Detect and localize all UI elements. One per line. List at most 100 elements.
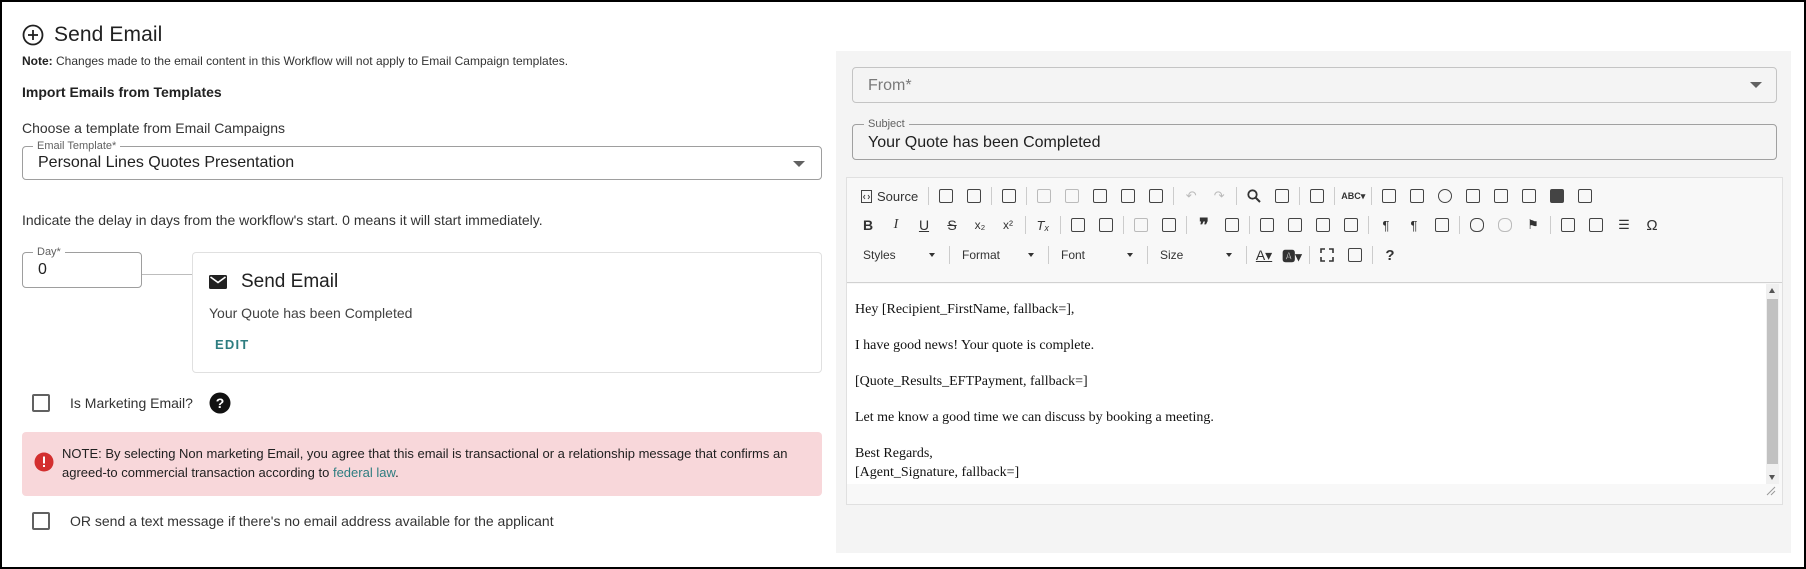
rtl-button[interactable]: ¶ bbox=[1403, 214, 1425, 236]
radio-icon bbox=[1438, 189, 1453, 203]
preview-button[interactable] bbox=[935, 185, 957, 207]
background-color-button[interactable]: 🅰▾ bbox=[1281, 244, 1303, 266]
toolbar-separator bbox=[1372, 246, 1373, 264]
marketing-email-checkbox[interactable] bbox=[32, 394, 50, 412]
indent-button[interactable] bbox=[1158, 214, 1180, 236]
scroll-up-icon[interactable] bbox=[1769, 288, 1775, 293]
bulleted-list-button[interactable] bbox=[1095, 214, 1117, 236]
card-subject: Your Quote has been Completed bbox=[209, 305, 413, 321]
sms-fallback-label: OR send a text message if there's no ema… bbox=[70, 513, 554, 529]
paste-button[interactable] bbox=[1089, 185, 1111, 207]
select-all-button[interactable] bbox=[1306, 185, 1328, 207]
unlink-button[interactable] bbox=[1494, 214, 1516, 236]
find-button[interactable] bbox=[1243, 185, 1265, 207]
textarea-insert-button[interactable] bbox=[1490, 185, 1512, 207]
undo-button[interactable]: ↶ bbox=[1180, 185, 1202, 207]
email-template-label: Email Template* bbox=[33, 139, 121, 153]
special-char-button[interactable]: Ω bbox=[1641, 214, 1663, 236]
toolbar-separator bbox=[1249, 216, 1250, 234]
email-body-editor[interactable]: Hey [Recipient_FirstName, fallback=], I … bbox=[847, 284, 1767, 484]
from-placeholder: From* bbox=[868, 77, 912, 94]
outdent-button[interactable] bbox=[1130, 214, 1152, 236]
cut-button[interactable] bbox=[1033, 185, 1055, 207]
email-template-value: Personal Lines Quotes Presentation bbox=[38, 154, 295, 171]
horizontal-line-button[interactable]: ☰ bbox=[1613, 214, 1635, 236]
select-insert-button[interactable] bbox=[1518, 185, 1540, 207]
section-header: Send Email bbox=[22, 20, 822, 50]
search-icon bbox=[1247, 189, 1261, 203]
sms-fallback-checkbox[interactable] bbox=[32, 512, 50, 530]
scrollbar-thumb[interactable] bbox=[1767, 299, 1778, 464]
blockquote-button[interactable]: ❞ bbox=[1193, 214, 1215, 236]
paste-text-button[interactable] bbox=[1117, 185, 1139, 207]
anchor-button[interactable]: ⚑ bbox=[1522, 214, 1544, 236]
language-button[interactable] bbox=[1431, 214, 1453, 236]
print-button[interactable] bbox=[963, 185, 985, 207]
size-dropdown[interactable]: Size bbox=[1154, 244, 1238, 266]
ltr-button[interactable]: ¶ bbox=[1375, 214, 1397, 236]
remove-format-button[interactable]: Tₓ bbox=[1032, 214, 1054, 236]
subject-field[interactable]: Subject Your Quote has been Completed bbox=[852, 117, 1777, 160]
toolbar-separator bbox=[1334, 187, 1336, 205]
source-button[interactable]: Source bbox=[857, 185, 922, 207]
language-icon bbox=[1435, 218, 1449, 232]
div-container-button[interactable] bbox=[1221, 214, 1243, 236]
superscript-button[interactable]: x² bbox=[997, 214, 1019, 236]
transactional-alert: NOTE: By selecting Non marketing Email, … bbox=[22, 432, 822, 496]
hidden-field-button[interactable] bbox=[1574, 185, 1596, 207]
toolbar-separator bbox=[1309, 246, 1310, 264]
styles-dropdown[interactable]: Styles bbox=[857, 244, 941, 266]
paste-word-button[interactable] bbox=[1145, 185, 1167, 207]
body-line-1: I have good news! Your quote is complete… bbox=[855, 338, 1095, 353]
templates-icon bbox=[1002, 189, 1017, 203]
bold-button[interactable]: B bbox=[857, 214, 879, 236]
toolbar-row-2: B I U S x₂ x² Tₓ ❞ ¶ ¶ ⚑ ☰ Ω bbox=[857, 212, 1669, 238]
maximize-button[interactable] bbox=[1316, 244, 1338, 266]
radio-insert-button[interactable] bbox=[1434, 185, 1456, 207]
copy-button[interactable] bbox=[1061, 185, 1083, 207]
scroll-down-icon[interactable] bbox=[1769, 475, 1775, 480]
resize-handle-icon[interactable] bbox=[1766, 486, 1776, 496]
redo-button[interactable]: ↷ bbox=[1208, 185, 1230, 207]
select-all-icon bbox=[1310, 189, 1325, 203]
align-right-button[interactable] bbox=[1312, 214, 1334, 236]
link-button[interactable] bbox=[1466, 214, 1488, 236]
align-left-button[interactable] bbox=[1256, 214, 1278, 236]
federal-law-link[interactable]: federal law bbox=[333, 465, 395, 480]
image-button[interactable] bbox=[1557, 214, 1579, 236]
toolbar-row-3: Styles Format Font Size A▾ 🅰▾ ? bbox=[857, 242, 1407, 268]
indent-icon bbox=[1162, 218, 1176, 232]
underline-button[interactable]: U bbox=[913, 214, 935, 236]
numbered-list-icon bbox=[1071, 218, 1085, 232]
checkbox-insert-button[interactable] bbox=[1406, 185, 1428, 207]
strikethrough-button[interactable]: S bbox=[941, 214, 963, 236]
text-color-button[interactable]: A▾ bbox=[1253, 244, 1275, 266]
textfield-insert-button[interactable] bbox=[1462, 185, 1484, 207]
edit-button[interactable]: EDIT bbox=[209, 333, 255, 356]
align-center-button[interactable] bbox=[1284, 214, 1306, 236]
preview-icon bbox=[939, 189, 954, 203]
about-button[interactable]: ? bbox=[1379, 244, 1401, 266]
help-icon[interactable]: ? bbox=[209, 392, 231, 414]
button-insert-button[interactable] bbox=[1546, 185, 1568, 207]
replace-button[interactable] bbox=[1271, 185, 1293, 207]
justify-button[interactable] bbox=[1340, 214, 1362, 236]
italic-button[interactable]: I bbox=[885, 214, 907, 236]
table-button[interactable] bbox=[1585, 214, 1607, 236]
form-button[interactable] bbox=[1378, 185, 1400, 207]
subscript-button[interactable]: x₂ bbox=[969, 214, 991, 236]
show-blocks-button[interactable] bbox=[1344, 244, 1366, 266]
numbered-list-button[interactable] bbox=[1067, 214, 1089, 236]
email-template-select[interactable]: Email Template* Personal Lines Quotes Pr… bbox=[22, 139, 822, 180]
day-input[interactable]: Day* 0 bbox=[22, 245, 142, 288]
bulleted-list-icon bbox=[1099, 218, 1113, 232]
div-icon bbox=[1225, 218, 1239, 232]
from-select[interactable]: From* bbox=[852, 67, 1777, 103]
templates-button[interactable] bbox=[998, 185, 1020, 207]
toolbar-separator bbox=[991, 187, 993, 205]
format-dropdown[interactable]: Format bbox=[956, 244, 1040, 266]
align-left-icon bbox=[1260, 218, 1274, 232]
font-dropdown[interactable]: Font bbox=[1055, 244, 1139, 266]
spellcheck-button[interactable]: ABC▾ bbox=[1341, 185, 1365, 207]
editor-scrollbar[interactable] bbox=[1766, 284, 1779, 484]
